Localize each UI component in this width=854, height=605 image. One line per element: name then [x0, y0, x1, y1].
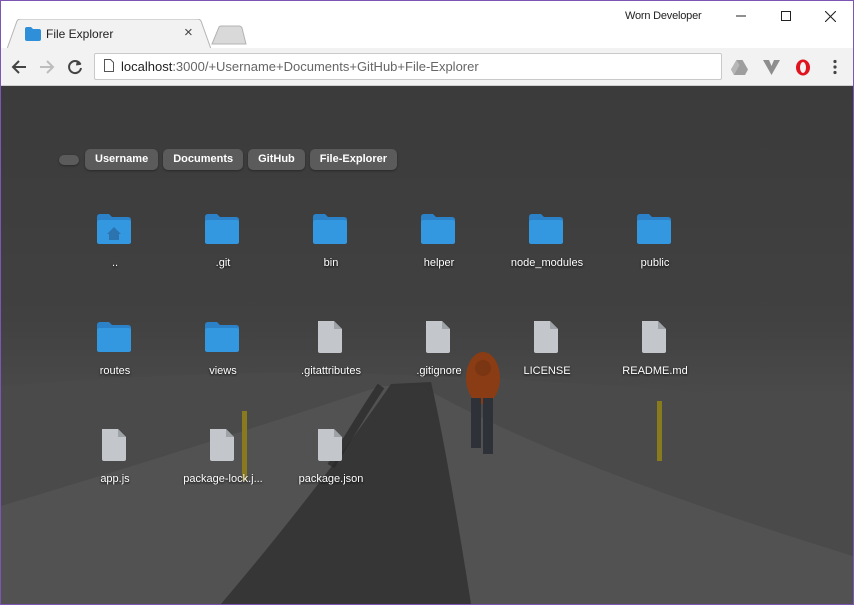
file-label: README.md	[622, 365, 688, 377]
file-item[interactable]: package-lock.j...	[169, 420, 277, 510]
file-icon	[210, 429, 234, 461]
file-item[interactable]: node_modules	[493, 204, 601, 294]
url-path: :3000/+Username+Documents+GitHub+File-Ex…	[172, 59, 479, 74]
file-icon	[642, 321, 666, 353]
file-icon	[534, 321, 558, 353]
folder-icon	[205, 322, 239, 352]
minimize-icon	[735, 15, 746, 17]
new-tab-button[interactable]	[211, 25, 247, 45]
more-vertical-icon	[833, 59, 837, 75]
drive-icon	[730, 59, 748, 75]
folder-icon	[637, 214, 671, 244]
file-item[interactable]: .git	[169, 204, 277, 294]
file-label: LICENSE	[523, 365, 571, 377]
file-item[interactable]: views	[169, 312, 277, 402]
file-label: app.js	[100, 473, 130, 485]
file-item[interactable]: routes	[61, 312, 169, 402]
file-label: node_modules	[510, 257, 584, 269]
breadcrumb-item-file-explorer[interactable]: File-Explorer	[309, 149, 398, 170]
file-icon	[426, 321, 450, 353]
vivaldi-icon	[762, 59, 780, 75]
file-item[interactable]: bin	[277, 204, 385, 294]
file-item[interactable]: public	[601, 204, 709, 294]
file-item[interactable]: package.json	[277, 420, 385, 510]
file-label: routes	[99, 365, 131, 377]
minimize-button[interactable]	[718, 1, 763, 31]
file-label: .gitattributes	[301, 365, 361, 377]
file-item[interactable]: helper	[385, 204, 493, 294]
maximize-button[interactable]	[763, 1, 808, 31]
forward-button[interactable]	[37, 57, 57, 77]
browser-menu-button[interactable]	[826, 58, 844, 76]
file-item[interactable]: .gitattributes	[277, 312, 385, 402]
tab-close-icon[interactable]: ×	[184, 25, 193, 41]
folder-icon	[205, 214, 239, 244]
opera-extension-button[interactable]	[794, 58, 812, 76]
file-label: ..	[111, 257, 119, 269]
file-label: helper	[423, 257, 455, 269]
url-host: localhost	[121, 59, 173, 74]
file-item[interactable]: LICENSE	[493, 312, 601, 402]
tab-title: File Explorer	[46, 27, 114, 41]
folder-icon	[97, 322, 131, 352]
file-icon	[102, 429, 126, 461]
file-item[interactable]: ..	[61, 204, 169, 294]
file-item[interactable]: app.js	[61, 420, 169, 510]
title-bar: File Explorer × Worn Developer	[1, 1, 853, 49]
file-label: .git	[215, 257, 231, 269]
reload-icon	[68, 60, 82, 75]
file-label: package-lock.j...	[183, 473, 263, 485]
file-label: public	[640, 257, 670, 269]
browser-window: File Explorer × Worn Developer localhost…	[0, 0, 854, 605]
page-info-icon[interactable]	[104, 59, 114, 72]
file-icon	[318, 321, 342, 353]
breadcrumb-item-documents[interactable]: Documents	[163, 149, 244, 170]
arrow-right-icon	[40, 60, 55, 74]
address-bar[interactable]: localhost:3000/+Username+Documents+GitHu…	[94, 53, 722, 80]
page-content: Username Documents GitHub File-Explorer …	[1, 86, 853, 604]
file-label: package.json	[298, 473, 364, 485]
file-item[interactable]: .gitignore	[385, 312, 493, 402]
vivaldi-extension-button[interactable]	[762, 58, 780, 76]
folder-icon	[313, 214, 347, 244]
breadcrumb-item-github[interactable]: GitHub	[248, 149, 305, 170]
breadcrumb-root[interactable]	[59, 154, 79, 165]
breadcrumb-item-username[interactable]: Username	[85, 149, 159, 170]
reload-button[interactable]	[65, 57, 85, 77]
browser-toolbar: localhost:3000/+Username+Documents+GitHu…	[1, 48, 853, 86]
folder-icon	[421, 214, 455, 244]
home-folder-icon	[97, 214, 131, 244]
arrow-left-icon	[11, 60, 26, 74]
url-text[interactable]: localhost:3000/+Username+Documents+GitHu…	[121, 59, 479, 74]
opera-icon	[796, 59, 810, 75]
file-label: bin	[323, 257, 339, 269]
file-icon	[318, 429, 342, 461]
profile-name[interactable]: Worn Developer	[625, 10, 702, 22]
close-window-button[interactable]	[808, 1, 853, 31]
folder-favicon-icon	[25, 27, 41, 41]
maximize-icon	[780, 11, 791, 21]
breadcrumb: Username Documents GitHub File-Explorer	[59, 149, 398, 170]
file-item[interactable]: README.md	[601, 312, 709, 402]
drive-extension-button[interactable]	[730, 58, 748, 76]
file-label: .gitignore	[416, 365, 462, 377]
file-label: views	[209, 365, 237, 377]
folder-icon	[529, 214, 563, 244]
back-button[interactable]	[9, 57, 29, 77]
close-icon	[825, 10, 836, 22]
